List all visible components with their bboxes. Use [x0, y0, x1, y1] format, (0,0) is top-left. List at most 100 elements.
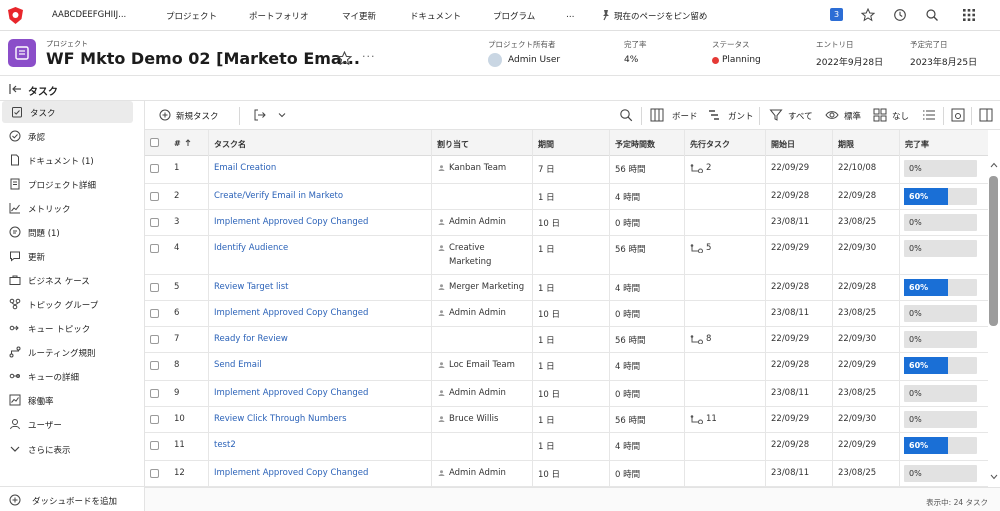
chevron-down-icon[interactable] — [277, 108, 287, 122]
export-icon[interactable] — [253, 108, 267, 122]
column-header-duration[interactable]: 期間 — [538, 139, 554, 150]
assignee-name[interactable]: Admin Admin — [449, 468, 506, 478]
sidebar-item-metrics[interactable]: メトリック — [0, 197, 145, 219]
table-row[interactable]: 2 Create/Verify Email in Marketo 1 日 4 時間 22… — [145, 184, 988, 210]
duration-value[interactable]: 10 日 — [538, 388, 560, 400]
planned-hours-value[interactable]: 0 時間 — [615, 388, 640, 400]
percent-complete-bar[interactable]: 60% — [904, 188, 977, 205]
percent-complete-bar[interactable]: 60% — [904, 437, 977, 454]
percent-complete-bar[interactable]: 0% — [904, 465, 977, 482]
task-name-link[interactable]: Review Click Through Numbers — [214, 414, 347, 424]
due-date-value[interactable]: 22/09/30 — [838, 334, 876, 344]
planned-hours-value[interactable]: 0 時間 — [615, 217, 640, 229]
due-date-value[interactable]: 22/09/29 — [838, 360, 876, 370]
duration-value[interactable]: 1 日 — [538, 243, 555, 255]
task-name-link[interactable]: test2 — [214, 440, 236, 450]
scroll-up-icon[interactable] — [990, 162, 998, 168]
planned-hours-value[interactable]: 4 時間 — [615, 191, 640, 203]
due-date-value[interactable]: 22/09/28 — [838, 282, 876, 292]
table-row[interactable]: 7 Ready for Review 1 日 56 時間 8 22/09/29 22/09/… — [145, 327, 988, 353]
nav-more[interactable]: … — [566, 10, 575, 20]
row-checkbox[interactable] — [150, 335, 159, 344]
planned-hours-value[interactable]: 4 時間 — [615, 360, 640, 372]
more-options-icon[interactable]: ··· — [362, 50, 376, 63]
row-checkbox[interactable] — [150, 441, 159, 450]
row-checkbox[interactable] — [150, 283, 159, 292]
nav-portfolios[interactable]: ポートフォリオ — [249, 10, 309, 22]
sidebar-item-topic-groups[interactable]: トピック グループ — [0, 293, 145, 315]
planned-hours-value[interactable]: 56 時間 — [615, 163, 646, 175]
column-header-percent-complete[interactable]: 完了率 — [905, 139, 929, 150]
row-checkbox[interactable] — [150, 469, 159, 478]
start-date-value[interactable]: 22/09/28 — [771, 360, 809, 370]
percent-complete-bar[interactable]: 60% — [904, 279, 977, 296]
planned-hours-value[interactable]: 4 時間 — [615, 440, 640, 452]
sidebar-item-users[interactable]: ユーザー — [0, 413, 145, 435]
start-date-value[interactable]: 22/09/29 — [771, 163, 809, 173]
status-value[interactable]: Planning — [722, 55, 761, 65]
search-icon[interactable] — [619, 108, 633, 122]
task-name-link[interactable]: Ready for Review — [214, 334, 288, 344]
row-checkbox[interactable] — [150, 309, 159, 318]
start-date-value[interactable]: 22/09/29 — [771, 414, 809, 424]
nav-projects[interactable]: プロジェクト — [166, 10, 217, 22]
duration-value[interactable]: 1 日 — [538, 360, 555, 372]
percent-complete-bar[interactable]: 0% — [904, 385, 977, 402]
planned-hours-value[interactable]: 0 時間 — [615, 468, 640, 480]
table-row[interactable]: 11 test2 1 日 4 時間 22/09/28 22/09/29 60% — [145, 433, 988, 461]
app-logo-icon[interactable] — [8, 7, 23, 24]
task-name-link[interactable]: Implement Approved Copy Changed — [214, 217, 368, 227]
filter-dropdown[interactable]: すべて — [788, 110, 813, 122]
add-dashboard-button[interactable]: ダッシュボードを追加 — [0, 489, 145, 511]
side-panel-icon[interactable] — [979, 108, 993, 122]
percent-complete-bar[interactable]: 0% — [904, 331, 977, 348]
filter-icon[interactable] — [769, 108, 783, 122]
start-date-value[interactable]: 22/09/28 — [771, 440, 809, 450]
pin-icon[interactable] — [601, 9, 611, 21]
row-checkbox[interactable] — [150, 389, 159, 398]
sidebar-item-business-case[interactable]: ビジネス ケース — [0, 269, 145, 291]
predecessor-value[interactable]: 8 — [706, 334, 711, 344]
favorite-star-icon[interactable] — [337, 51, 352, 66]
row-checkbox[interactable] — [150, 192, 159, 201]
table-row[interactable]: 5 Review Target list Merger Marketing 1 日 4 … — [145, 275, 988, 301]
assignee-name[interactable]: Kanban Team — [449, 163, 506, 173]
task-name-link[interactable]: Email Creation — [214, 163, 276, 173]
gantt-icon[interactable] — [707, 108, 721, 122]
percent-complete-bar[interactable]: 0% — [904, 411, 977, 428]
table-row[interactable]: 4 Identify Audience Creative Marketing 1 日 56… — [145, 236, 988, 275]
duration-value[interactable]: 1 日 — [538, 440, 555, 452]
task-name-link[interactable]: Send Email — [214, 360, 262, 370]
planned-hours-value[interactable]: 4 時間 — [615, 282, 640, 294]
due-date-value[interactable]: 23/08/25 — [838, 388, 876, 398]
search-icon[interactable] — [925, 8, 939, 22]
due-date-value[interactable]: 23/08/25 — [838, 308, 876, 318]
assignee-name-line2[interactable]: Marketing — [449, 257, 491, 267]
sidebar-item-project-details[interactable]: プロジェクト詳細 — [0, 173, 145, 195]
row-checkbox[interactable] — [150, 244, 159, 253]
percent-complete-bar[interactable]: 60% — [904, 357, 977, 374]
grouping-icon[interactable] — [873, 108, 887, 122]
column-header-due-date[interactable]: 期限 — [838, 139, 854, 150]
start-date-value[interactable]: 22/09/29 — [771, 334, 809, 344]
duration-value[interactable]: 10 日 — [538, 217, 560, 229]
app-grid-icon[interactable] — [962, 8, 976, 22]
scrollbar-thumb[interactable] — [989, 176, 998, 326]
duration-value[interactable]: 7 日 — [538, 163, 555, 175]
task-name-link[interactable]: Implement Approved Copy Changed — [214, 468, 368, 478]
start-date-value[interactable]: 22/09/29 — [771, 243, 809, 253]
table-row[interactable]: 10 Review Click Through Numbers Bruce Will… — [145, 407, 988, 433]
table-row[interactable]: 3 Implement Approved Copy Changed Admin Ad… — [145, 210, 988, 236]
planned-hours-value[interactable]: 0 時間 — [615, 308, 640, 320]
planned-hours-value[interactable]: 56 時間 — [615, 414, 646, 426]
sidebar-item-queue-details[interactable]: キューの詳細 — [0, 365, 145, 387]
start-date-value[interactable]: 23/08/11 — [771, 468, 809, 478]
row-checkbox[interactable] — [150, 164, 159, 173]
column-header-predecessors[interactable]: 先行タスク — [690, 139, 730, 150]
due-date-value[interactable]: 22/09/29 — [838, 440, 876, 450]
table-row[interactable]: 6 Implement Approved Copy Changed Admin Ad… — [145, 301, 988, 327]
assignee-name[interactable]: Loc Email Team — [449, 360, 515, 370]
sidebar-item-approvals[interactable]: 承認 — [0, 125, 145, 147]
new-task-button[interactable]: 新規タスク — [176, 110, 219, 122]
duration-value[interactable]: 10 日 — [538, 308, 560, 320]
